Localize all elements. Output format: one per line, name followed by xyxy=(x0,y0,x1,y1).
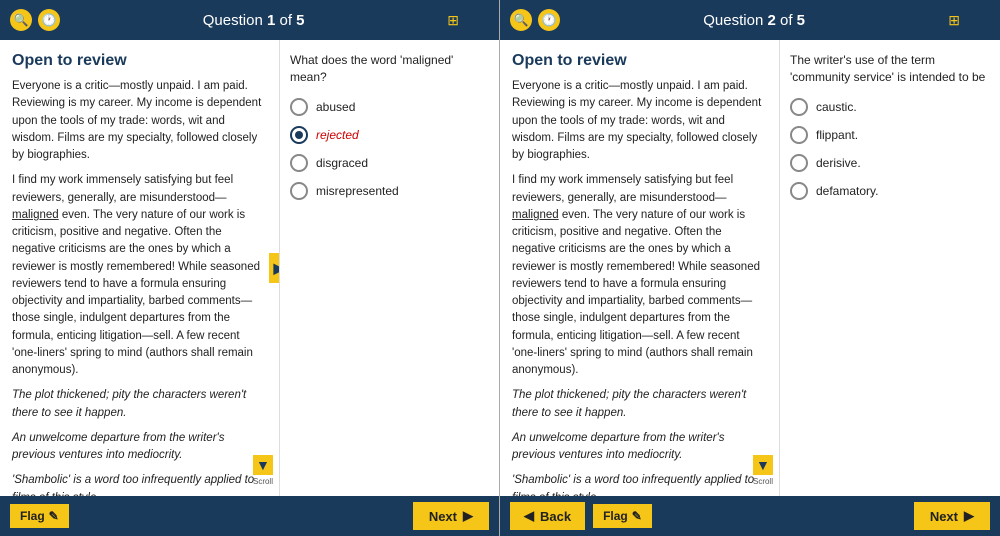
panel-question-2: 🔍 🕐 Question 2 of 5 ⊞ Open to review Eve… xyxy=(500,0,1000,536)
panel2-question-text: The writer's use of the term 'community … xyxy=(790,52,990,86)
panel2-passage-p4: An unwelcome departure from the writer's… xyxy=(512,430,767,465)
panel2-scroll-indicator: ▼ Scroll xyxy=(753,455,773,486)
panel1-header-icons: 🔍 🕐 xyxy=(10,9,60,31)
panel2-title: Question 2 of 5 xyxy=(560,12,948,29)
panel2-section-title: Open to review xyxy=(512,52,767,70)
grid-icon[interactable]: ⊞ xyxy=(447,12,459,29)
panel2-footer: ◀ Back Flag ✎ Next ▶ xyxy=(500,496,1000,536)
panel2-passage-p5: 'Shambolic' is a word too infrequently a… xyxy=(512,472,767,496)
panel2-back-button[interactable]: ◀ Back xyxy=(510,502,585,530)
panel2-passage-p3: The plot thickened; pity the characters … xyxy=(512,387,767,422)
panel2-flag-button[interactable]: Flag ✎ xyxy=(593,504,652,528)
panel1-radio-4[interactable] xyxy=(290,182,308,200)
panel1-passage-p4: An unwelcome departure from the writer's… xyxy=(12,430,267,465)
panel1-question-col: What does the word 'maligned' mean? abus… xyxy=(280,40,499,496)
search-icon[interactable]: 🔍 xyxy=(10,9,32,31)
panel2-search-icon[interactable]: 🔍 xyxy=(510,9,532,31)
panel2-header-icons: 🔍 🕐 xyxy=(510,9,560,31)
panel1-maligned: maligned xyxy=(12,209,59,221)
panel1-answer-label-2: rejected xyxy=(316,128,359,142)
panel1-next-button[interactable]: Next ▶ xyxy=(413,502,489,530)
panel2-header: 🔍 🕐 Question 2 of 5 ⊞ xyxy=(500,0,1000,40)
panel1-header: 🔍 🕐 Question 1 of 5 ⊞ xyxy=(0,0,499,40)
panel2-next-button[interactable]: Next ▶ xyxy=(914,502,990,530)
panel2-answer-3[interactable]: derisive. xyxy=(790,154,990,172)
panel2-flag-icon: ✎ xyxy=(632,509,642,523)
panel2-answer-4[interactable]: defamatory. xyxy=(790,182,990,200)
panel2-clock-icon[interactable]: 🕐 xyxy=(538,9,560,31)
panel1-passage-p5: 'Shambolic' is a word too infrequently a… xyxy=(12,472,267,496)
panel2-grid-icon[interactable]: ⊞ xyxy=(948,12,960,29)
panel2-passage-p2: I find my work immensely satisfying but … xyxy=(512,172,767,379)
panel2-radio-3[interactable] xyxy=(790,154,808,172)
panel1-section-title: Open to review xyxy=(12,52,267,70)
panel2-scroll-down-icon[interactable]: ▼ xyxy=(753,455,773,475)
panel1-radio-2[interactable] xyxy=(290,126,308,144)
panel2-passage-p1: Everyone is a critic—mostly unpaid. I am… xyxy=(512,78,767,164)
panel2-answer-label-4: defamatory. xyxy=(816,184,878,198)
panel1-radio-1[interactable] xyxy=(290,98,308,116)
panel1-answer-1[interactable]: abused xyxy=(290,98,489,116)
panel1-footer: Flag ✎ Next ▶ xyxy=(0,496,499,536)
panel2-answer-1[interactable]: caustic. xyxy=(790,98,990,116)
scroll-label: Scroll xyxy=(253,477,273,486)
panel1-flag-button[interactable]: Flag ✎ xyxy=(10,504,69,528)
panel1-body: Open to review Everyone is a critic—most… xyxy=(0,40,499,496)
panel1-radio-3[interactable] xyxy=(290,154,308,172)
panel1-question-text: What does the word 'maligned' mean? xyxy=(290,52,489,86)
panel1-answer-label-4: misrepresented xyxy=(316,184,399,198)
back-arrow-icon: ◀ xyxy=(524,508,534,524)
panel1-passage-col: Open to review Everyone is a critic—most… xyxy=(0,40,280,496)
panel1-answer-4[interactable]: misrepresented xyxy=(290,182,489,200)
panel2-answer-2[interactable]: flippant. xyxy=(790,126,990,144)
clock-icon[interactable]: 🕐 xyxy=(38,9,60,31)
panel1-passage-p1: Everyone is a critic—mostly unpaid. I am… xyxy=(12,78,267,164)
panel-question-1: 🔍 🕐 Question 1 of 5 ⊞ Open to review Eve… xyxy=(0,0,500,536)
panel1-answer-label-3: disgraced xyxy=(316,156,368,170)
panel1-nav-arrow[interactable]: ▶ xyxy=(269,253,280,283)
panel1-answer-label-1: abused xyxy=(316,100,355,114)
next-arrow-icon: ▶ xyxy=(463,508,473,524)
panel2-radio-4[interactable] xyxy=(790,182,808,200)
panel1-answer-2[interactable]: rejected xyxy=(290,126,489,144)
panel2-scroll-label: Scroll xyxy=(753,477,773,486)
panel2-answer-label-1: caustic. xyxy=(816,100,857,114)
panel2-answer-label-3: derisive. xyxy=(816,156,861,170)
flag-icon: ✎ xyxy=(49,509,59,523)
panel1-passage-p2: I find my work immensely satisfying but … xyxy=(12,172,267,379)
panel1-answer-3[interactable]: disgraced xyxy=(290,154,489,172)
scroll-down-icon[interactable]: ▼ xyxy=(253,455,273,475)
panel1-scroll-indicator: ▼ Scroll xyxy=(253,455,273,486)
panel2-maligned: maligned xyxy=(512,209,559,221)
panel1-title: Question 1 of 5 xyxy=(60,12,447,29)
panel2-answer-label-2: flippant. xyxy=(816,128,858,142)
panel1-passage-p3: The plot thickened; pity the characters … xyxy=(12,387,267,422)
panel2-radio-2[interactable] xyxy=(790,126,808,144)
panel2-body: Open to review Everyone is a critic—most… xyxy=(500,40,1000,496)
panel2-passage-col: Open to review Everyone is a critic—most… xyxy=(500,40,780,496)
panel2-question-col: The writer's use of the term 'community … xyxy=(780,40,1000,496)
panel2-next-arrow-icon: ▶ xyxy=(964,508,974,524)
panel2-radio-1[interactable] xyxy=(790,98,808,116)
